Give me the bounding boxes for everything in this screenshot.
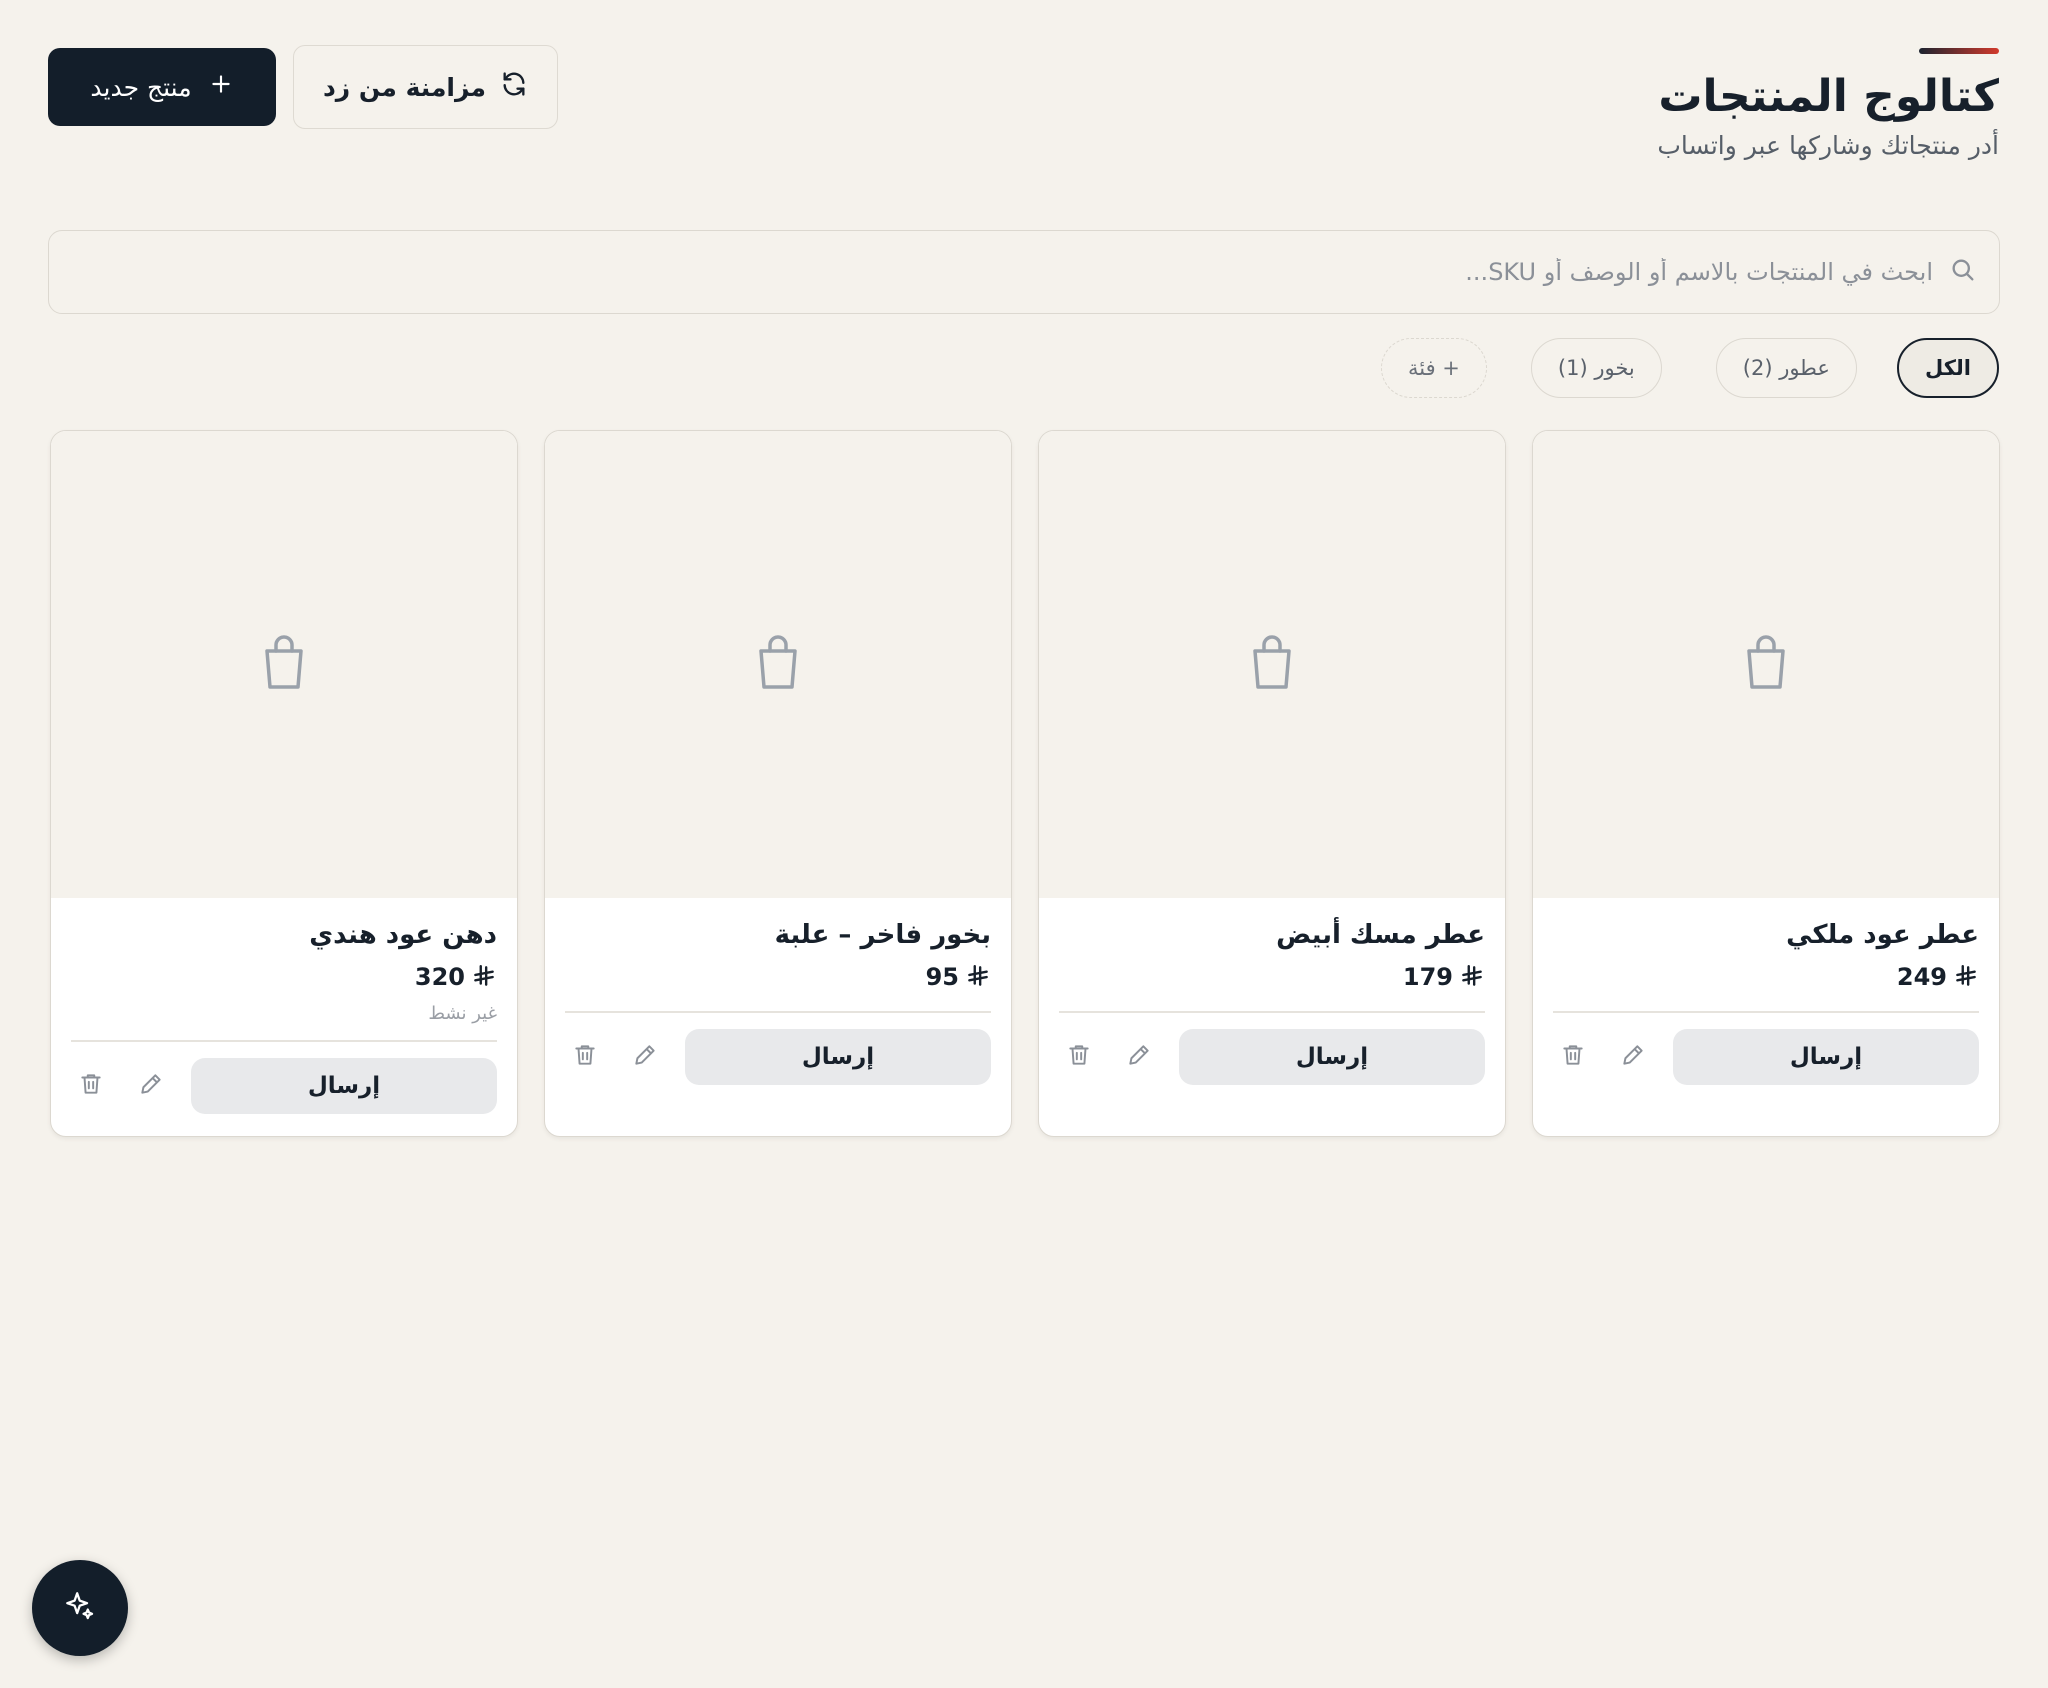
product-card-body: دهن عود هندي 320 غير نشط إرسال — [51, 898, 517, 1136]
filter-chip-incense[interactable]: بخور (1) — [1530, 338, 1662, 398]
sync-zid-button[interactable]: مزامنة من زد — [293, 45, 558, 129]
edit-button[interactable] — [1119, 1037, 1159, 1077]
trash-icon — [1066, 1042, 1092, 1072]
page-title: كتالوج المنتجات — [1658, 71, 1999, 122]
riyal-icon — [1953, 963, 1979, 995]
category-filters: الكل عطور (2) بخور (1) + فئة — [1381, 338, 1999, 398]
shopping-bag-icon — [1744, 634, 1788, 695]
product-card: عطر عود ملكي 249 إرسال — [1532, 430, 2000, 1137]
card-divider — [1553, 1011, 1979, 1013]
product-price: 320 — [414, 963, 465, 992]
new-product-button[interactable]: منتج جديد — [48, 48, 276, 126]
product-price-row: 249 — [1553, 963, 1979, 995]
product-name: بخور فاخر – علبة — [774, 920, 991, 950]
product-image-placeholder — [545, 431, 1011, 898]
card-actions: إرسال — [1059, 1028, 1485, 1085]
search-input[interactable] — [49, 258, 1933, 286]
delete-button[interactable] — [565, 1037, 605, 1077]
product-price-row: 179 — [1059, 963, 1485, 995]
ai-assistant-button[interactable] — [32, 1560, 128, 1656]
trash-icon — [572, 1042, 598, 1072]
delete-button[interactable] — [71, 1066, 111, 1106]
page-subtitle: أدر منتجاتك وشاركها عبر واتساب — [1657, 131, 1999, 161]
card-divider — [1059, 1011, 1485, 1013]
plus-icon — [208, 71, 234, 103]
product-name: عطر مسك أبيض — [1276, 920, 1485, 950]
pencil-icon — [1126, 1042, 1152, 1072]
delete-button[interactable] — [1553, 1037, 1593, 1077]
edit-button[interactable] — [1613, 1037, 1653, 1077]
product-name: دهن عود هندي — [309, 920, 497, 950]
card-actions: إرسال — [71, 1057, 497, 1114]
product-image-placeholder — [51, 431, 517, 898]
sparkles-icon — [63, 1589, 97, 1627]
products-page: كتالوج المنتجات أدر منتجاتك وشاركها عبر … — [0, 0, 2048, 1688]
card-actions: إرسال — [1553, 1028, 1979, 1085]
product-card: بخور فاخر – علبة 95 إرسال — [544, 430, 1012, 1137]
pencil-icon — [1620, 1042, 1646, 1072]
card-divider — [565, 1011, 991, 1013]
edit-button[interactable] — [625, 1037, 665, 1077]
sync-label: مزامنة من زد — [322, 72, 487, 102]
delete-button[interactable] — [1059, 1037, 1099, 1077]
product-price-row: 95 — [565, 963, 991, 995]
send-button[interactable]: إرسال — [1179, 1028, 1485, 1085]
pencil-icon — [138, 1071, 164, 1101]
search-icon — [1949, 256, 1977, 288]
card-actions: إرسال — [565, 1028, 991, 1085]
product-price: 249 — [1896, 963, 1947, 992]
shopping-bag-icon — [262, 634, 306, 695]
product-card: عطر مسك أبيض 179 إرسال — [1038, 430, 1506, 1137]
product-name: عطر عود ملكي — [1786, 920, 1979, 950]
send-button[interactable]: إرسال — [1673, 1028, 1979, 1085]
filter-chip-perfumes[interactable]: عطور (2) — [1715, 338, 1857, 398]
pencil-icon — [632, 1042, 658, 1072]
product-price: 95 — [925, 963, 959, 992]
product-image-placeholder — [1533, 431, 1999, 898]
header-actions: منتج جديد مزامنة من زد — [48, 45, 558, 129]
riyal-icon — [965, 963, 991, 995]
send-button[interactable]: إرسال — [685, 1028, 991, 1085]
riyal-icon — [1459, 963, 1485, 995]
search-bar — [48, 230, 2000, 314]
shopping-bag-icon — [1250, 634, 1294, 695]
product-price: 179 — [1402, 963, 1453, 992]
product-status: غير نشط — [428, 1003, 497, 1025]
shopping-bag-icon — [756, 634, 800, 695]
trash-icon — [1560, 1042, 1586, 1072]
edit-button[interactable] — [131, 1066, 171, 1106]
product-card-body: عطر مسك أبيض 179 إرسال — [1039, 898, 1505, 1107]
page-header: كتالوج المنتجات أدر منتجاتك وشاركها عبر … — [1657, 46, 1999, 160]
filter-chip-all[interactable]: الكل — [1896, 338, 1999, 398]
send-button[interactable]: إرسال — [191, 1057, 497, 1114]
product-image-placeholder — [1039, 431, 1505, 898]
new-product-label: منتج جديد — [90, 72, 192, 102]
trash-icon — [78, 1071, 104, 1101]
card-divider — [71, 1040, 497, 1042]
product-grid: عطر عود ملكي 249 إرسال عطر مسك أبيض 179 … — [48, 430, 2000, 1137]
refresh-icon — [500, 70, 528, 104]
product-price-row: 320 — [71, 963, 497, 995]
product-card-body: عطر عود ملكي 249 إرسال — [1533, 898, 1999, 1107]
product-card-body: بخور فاخر – علبة 95 إرسال — [545, 898, 1011, 1107]
riyal-icon — [471, 963, 497, 995]
product-card: دهن عود هندي 320 غير نشط إرسال — [50, 430, 518, 1137]
add-category-chip[interactable]: + فئة — [1381, 338, 1487, 398]
